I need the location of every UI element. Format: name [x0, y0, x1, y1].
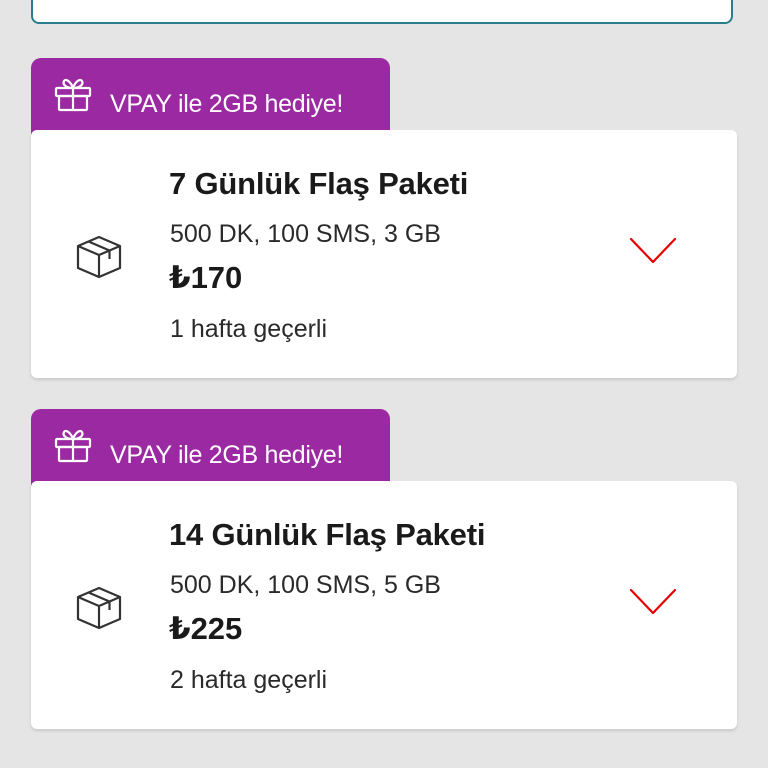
box-icon — [76, 235, 122, 279]
promo-label: VPAY ile 2GB hediye! — [110, 441, 344, 469]
package-price: ₺170 — [169, 260, 243, 295]
chevron-down-icon[interactable] — [629, 587, 677, 617]
promo-tab: VPAY ile 2GB hediye! — [31, 409, 390, 489]
chevron-down-icon[interactable] — [629, 236, 677, 266]
package-title: 7 Günlük Flaş Paketi — [169, 166, 469, 201]
previous-package-card[interactable] — [31, 0, 733, 24]
box-icon — [76, 586, 122, 630]
package-validity: 2 hafta geçerli — [170, 666, 328, 694]
package-validity: 1 hafta geçerli — [170, 315, 328, 343]
package-card[interactable]: 7 Günlük Flaş Paketi 500 DK, 100 SMS, 3 … — [31, 130, 737, 378]
package-item: VPAY ile 2GB hediye! 7 Günlük Flaş Paket… — [31, 58, 737, 378]
package-details: 500 DK, 100 SMS, 5 GB — [170, 571, 441, 599]
package-item: VPAY ile 2GB hediye! 14 Günlük Flaş Pake… — [31, 409, 737, 729]
package-title: 14 Günlük Flaş Paketi — [169, 517, 486, 552]
package-card[interactable]: 14 Günlük Flaş Paketi 500 DK, 100 SMS, 5… — [31, 481, 737, 729]
package-price: ₺225 — [169, 611, 243, 646]
gift-icon — [54, 78, 92, 112]
package-details: 500 DK, 100 SMS, 3 GB — [170, 220, 441, 248]
promo-tab: VPAY ile 2GB hediye! — [31, 58, 390, 138]
promo-label: VPAY ile 2GB hediye! — [110, 90, 344, 118]
gift-icon — [54, 429, 92, 463]
